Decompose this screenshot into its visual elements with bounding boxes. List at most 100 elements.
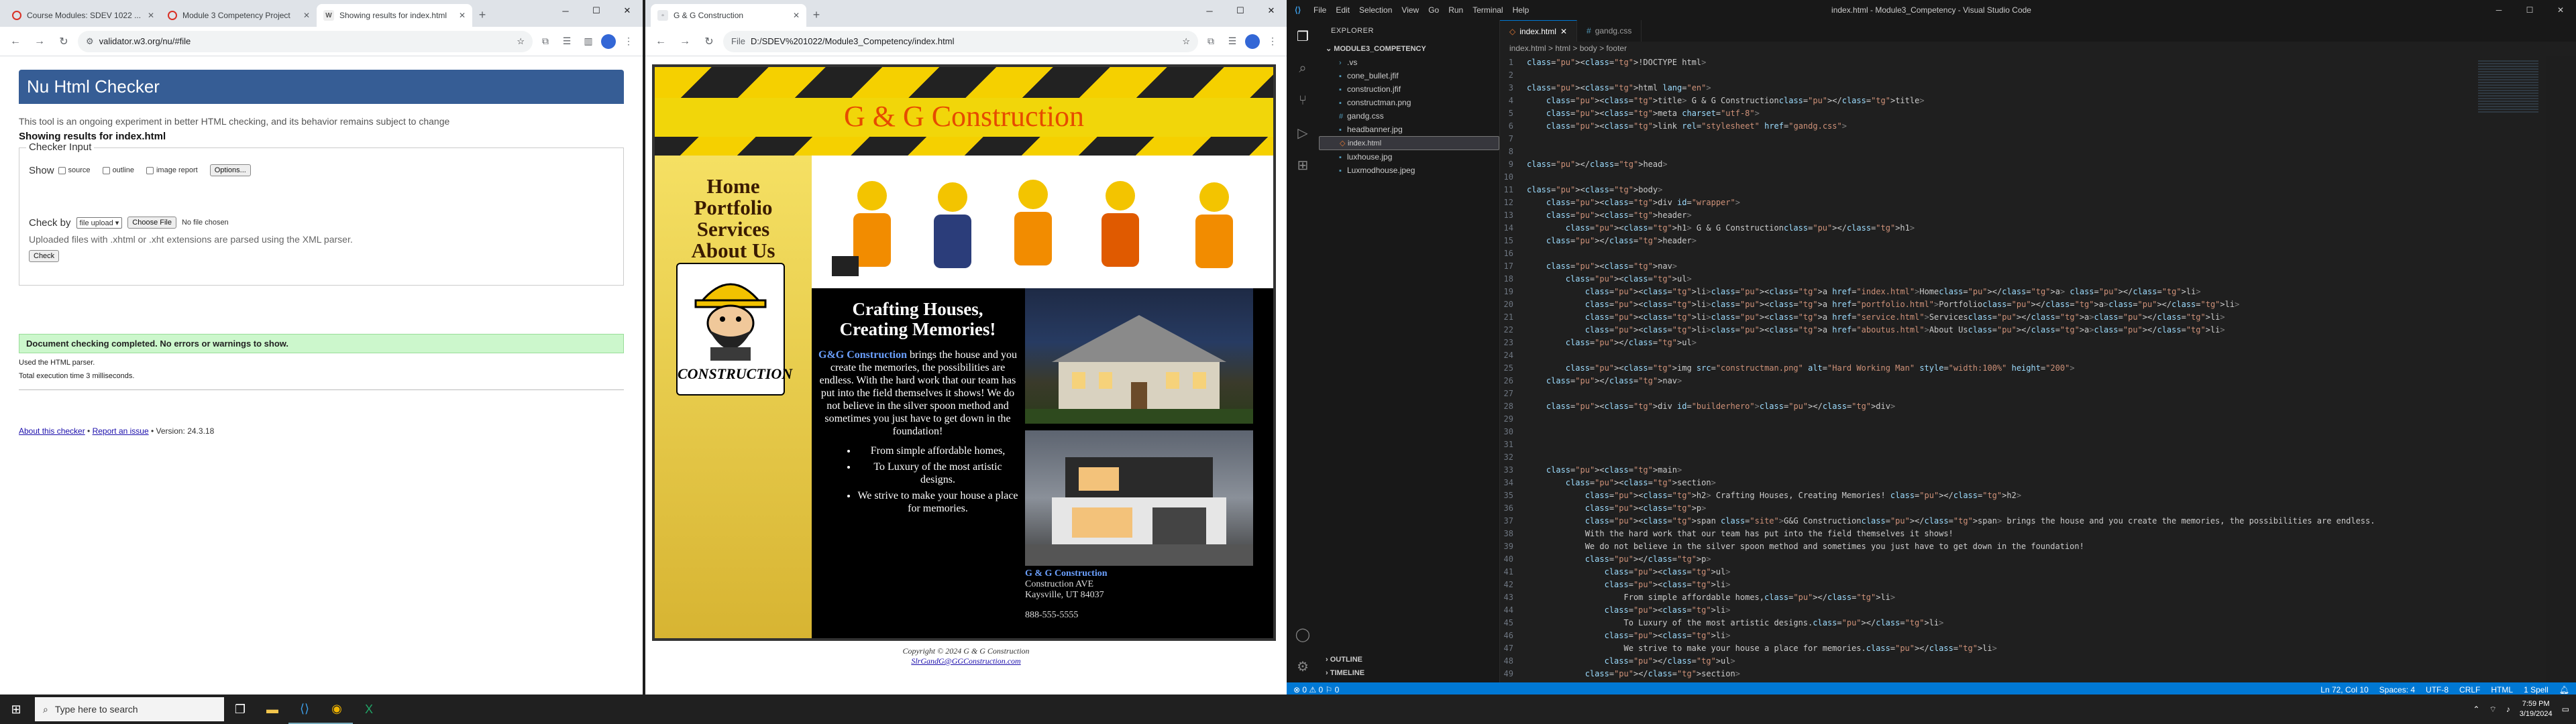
sidebar-icon[interactable]: ▥ — [580, 33, 597, 50]
code-line[interactable]: 16 — [1500, 247, 2546, 260]
file-item[interactable]: # gandg.css — [1319, 109, 1499, 123]
nav-about-link[interactable]: About Us — [655, 240, 812, 261]
problems-status[interactable]: ⊗ 0 ⚠ 0 ⚐ 0 — [1293, 685, 1339, 695]
code-line[interactable]: 8 — [1500, 145, 2546, 158]
choose-file-button[interactable]: Choose File — [127, 217, 176, 229]
minimize-button[interactable]: ─ — [2483, 0, 2514, 20]
indentation[interactable]: Spaces: 4 — [2379, 685, 2415, 695]
code-line[interactable]: 13 class="pu"><class="tg">header> — [1500, 209, 2546, 222]
minimize-button[interactable]: ─ — [1194, 0, 1225, 21]
file-item[interactable]: ▪ headbanner.jpg — [1319, 123, 1499, 136]
code-line[interactable]: 46 class="pu"><class="tg">li> — [1500, 629, 2546, 642]
code-line[interactable]: 20 class="pu"><class="tg">li>class="pu">… — [1500, 298, 2546, 311]
code-line[interactable]: 48 class="pu"></class="tg">ul> — [1500, 655, 2546, 668]
code-line[interactable]: 1 class="pu"><class="tg">!DOCTYPE html> — [1500, 56, 2546, 69]
code-line[interactable]: 43 From simple affordable homes,class="p… — [1500, 591, 2546, 604]
outline-panel-header[interactable]: › OUTLINE — [1319, 653, 1499, 666]
code-line[interactable]: 14 class="pu"><class="tg">h1> G & G Cons… — [1500, 222, 2546, 235]
close-tab-icon[interactable]: ✕ — [793, 11, 800, 20]
forward-icon[interactable]: → — [675, 32, 695, 52]
close-tab-icon[interactable]: ✕ — [1560, 27, 1567, 36]
file-item[interactable]: › .vs — [1319, 56, 1499, 69]
maximize-button[interactable]: ☐ — [1225, 0, 1256, 21]
profile-avatar[interactable] — [601, 34, 616, 49]
code-line[interactable]: 2 — [1500, 69, 2546, 82]
tab-gandg-css[interactable]: # gandg.css — [1577, 20, 1642, 42]
run-debug-icon[interactable]: ▷ — [1287, 117, 1319, 149]
code-line[interactable]: 30 — [1500, 426, 2546, 438]
code-line[interactable]: 15 class="pu"></class="tg">header> — [1500, 235, 2546, 247]
gear-icon[interactable]: ⚙ — [1287, 650, 1319, 682]
code-line[interactable]: 34 class="pu"><class="tg">section> — [1500, 477, 2546, 489]
code-line[interactable]: 28 class="pu"><class="tg">div id="builde… — [1500, 400, 2546, 413]
code-line[interactable]: 3 class="pu"><class="tg">html lang="en"> — [1500, 82, 2546, 95]
code-line[interactable]: 31 — [1500, 438, 2546, 451]
reload-icon[interactable]: ↻ — [699, 32, 719, 52]
code-line[interactable]: 27 — [1500, 387, 2546, 400]
close-window-button[interactable]: ✕ — [612, 0, 643, 21]
email-link[interactable]: SlrGandG@GGConstruction.com — [911, 656, 1020, 666]
explorer-icon[interactable]: ❐ — [1287, 20, 1319, 52]
report-issue-link[interactable]: Report an issue — [93, 426, 149, 436]
code-line[interactable]: 36 class="pu"><class="tg">p> — [1500, 502, 2546, 515]
code-line[interactable]: 9 class="pu"></class="tg">head> — [1500, 158, 2546, 171]
file-item[interactable]: ▪ constructman.png — [1319, 96, 1499, 109]
bookmark-star-icon[interactable]: ☆ — [517, 36, 525, 47]
file-item[interactable]: ▪ luxhouse.jpg — [1319, 150, 1499, 164]
nav-services-link[interactable]: Services — [655, 219, 812, 240]
source-checkbox[interactable]: source — [58, 166, 91, 174]
code-line[interactable]: 19 class="pu"><class="tg">li>class="pu">… — [1500, 286, 2546, 298]
code-line[interactable]: 33 class="pu"><class="tg">main> — [1500, 464, 2546, 477]
code-line[interactable]: 10 — [1500, 171, 2546, 184]
minimap[interactable] — [2473, 56, 2546, 682]
file-item[interactable]: ▪ Luxmodhouse.jpeg — [1319, 164, 1499, 177]
options-button[interactable]: Options... — [209, 164, 251, 176]
vscode-taskbar-icon[interactable]: ⟨⟩ — [288, 695, 321, 724]
code-line[interactable]: 35 class="pu"><class="tg">h2> Crafting H… — [1500, 489, 2546, 502]
code-line[interactable]: 11 class="pu"><class="tg">body> — [1500, 184, 2546, 196]
code-line[interactable]: 37 class="pu"><class="tg">span class="si… — [1500, 515, 2546, 528]
file-explorer-icon[interactable]: ▬ — [256, 695, 288, 724]
show-hidden-icons[interactable]: ⌃ — [2473, 705, 2479, 714]
chrome-taskbar-icon[interactable]: ◉ — [321, 695, 353, 724]
code-line[interactable]: 17 class="pu"><class="tg">nav> — [1500, 260, 2546, 273]
close-tab-icon[interactable]: ✕ — [148, 11, 154, 20]
file-item-selected[interactable]: ◇ index.html — [1319, 136, 1499, 150]
profile-avatar[interactable] — [1245, 34, 1260, 49]
code-line[interactable]: 29 — [1500, 413, 2546, 426]
maximize-button[interactable]: ☐ — [581, 0, 612, 21]
reload-icon[interactable]: ↻ — [54, 32, 74, 52]
encoding[interactable]: UTF-8 — [2426, 685, 2449, 695]
code-line[interactable]: 25 class="pu"><class="tg">img src="const… — [1500, 362, 2546, 375]
close-tab-icon[interactable]: ✕ — [303, 11, 310, 20]
code-line[interactable]: 18 class="pu"><class="tg">ul> — [1500, 273, 2546, 286]
search-icon[interactable]: ⌕ — [1287, 52, 1319, 84]
image-report-checkbox[interactable]: image report — [146, 166, 198, 174]
tab-validator-results[interactable]: W Showing results for index.html ✕ — [317, 4, 472, 27]
menu-icon[interactable]: ⋮ — [620, 33, 637, 50]
code-line[interactable]: 5 class="pu"><class="tg">meta charset="u… — [1500, 107, 2546, 120]
address-bar[interactable]: ⚙ validator.w3.org/nu/#file ☆ — [78, 30, 533, 52]
new-tab-button[interactable]: + — [806, 5, 826, 25]
excel-taskbar-icon[interactable]: X — [353, 695, 385, 724]
code-line[interactable]: 12 class="pu"><class="tg">div id="wrappe… — [1500, 196, 2546, 209]
close-tab-icon[interactable]: ✕ — [459, 11, 466, 20]
tab-course-modules[interactable]: Course Modules: SDEV 1022 ... ✕ — [5, 4, 161, 27]
code-line[interactable]: 45 To Luxury of the most artistic design… — [1500, 617, 2546, 629]
bell-icon[interactable]: 🔔︎ — [2559, 685, 2569, 695]
close-window-button[interactable]: ✕ — [2545, 0, 2576, 20]
code-editor[interactable]: 1 class="pu"><class="tg">!DOCTYPE html> 2 3… — [1500, 56, 2546, 682]
code-line[interactable]: 47 We strive to make your house a place … — [1500, 642, 2546, 655]
back-icon[interactable]: ← — [651, 32, 671, 52]
check-by-select[interactable]: file upload ▾ — [76, 217, 123, 229]
code-line[interactable]: 26 class="pu"></class="tg">nav> — [1500, 375, 2546, 387]
code-line[interactable]: 44 class="pu"><class="tg">li> — [1500, 604, 2546, 617]
account-icon[interactable]: ◯ — [1287, 618, 1319, 650]
menu-icon[interactable]: ⋮ — [1264, 33, 1281, 50]
code-line[interactable]: 40 class="pu"></class="tg">p> — [1500, 553, 2546, 566]
check-button[interactable]: Check — [29, 250, 60, 262]
code-line[interactable]: 49 class="pu"></class="tg">section> — [1500, 668, 2546, 680]
extensions-icon[interactable]: ⧉ — [1202, 33, 1220, 50]
file-item[interactable]: ▪ cone_bullet.jfif — [1319, 69, 1499, 82]
network-icon[interactable]: ⌔ — [2489, 705, 2496, 715]
